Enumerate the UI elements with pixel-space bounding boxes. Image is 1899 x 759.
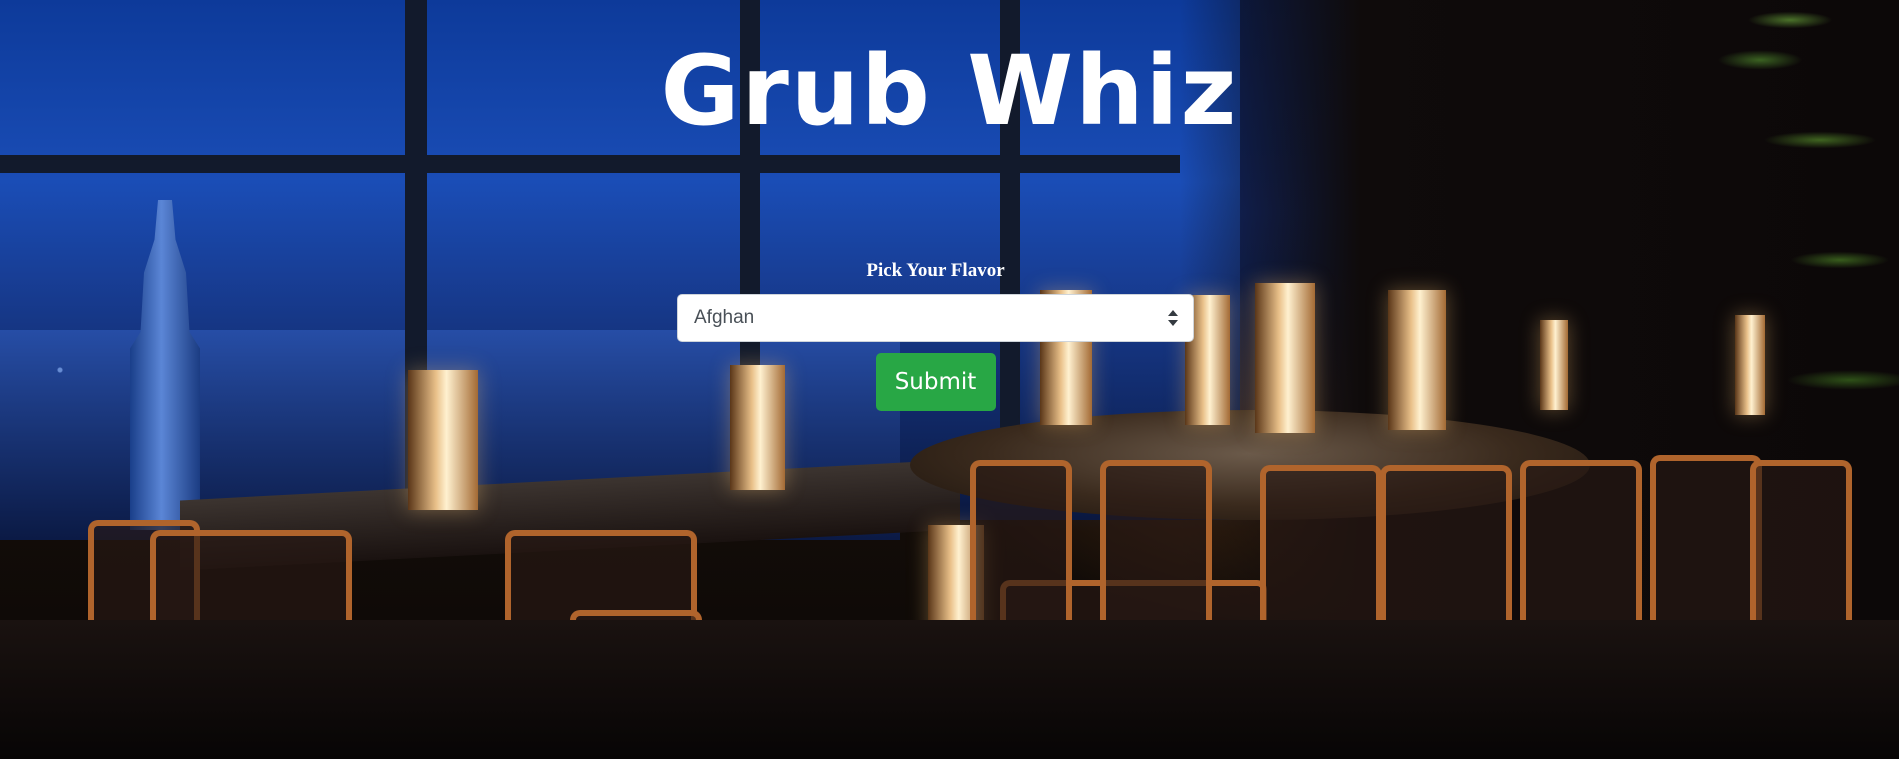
cuisine-select[interactable]: Afghan <box>677 294 1194 342</box>
submit-button[interactable]: Submit <box>875 353 996 411</box>
flavor-form: Pick Your Flavor Afghan Submit <box>677 260 1194 411</box>
cuisine-select-value: Afghan <box>694 307 755 328</box>
updown-caret-icon <box>1168 310 1178 326</box>
main-content: Grub Whiz Pick Your Flavor Afghan Submit <box>0 0 1899 759</box>
flavor-label: Pick Your Flavor <box>866 260 1005 281</box>
page-title: Grub Whiz <box>660 35 1239 147</box>
